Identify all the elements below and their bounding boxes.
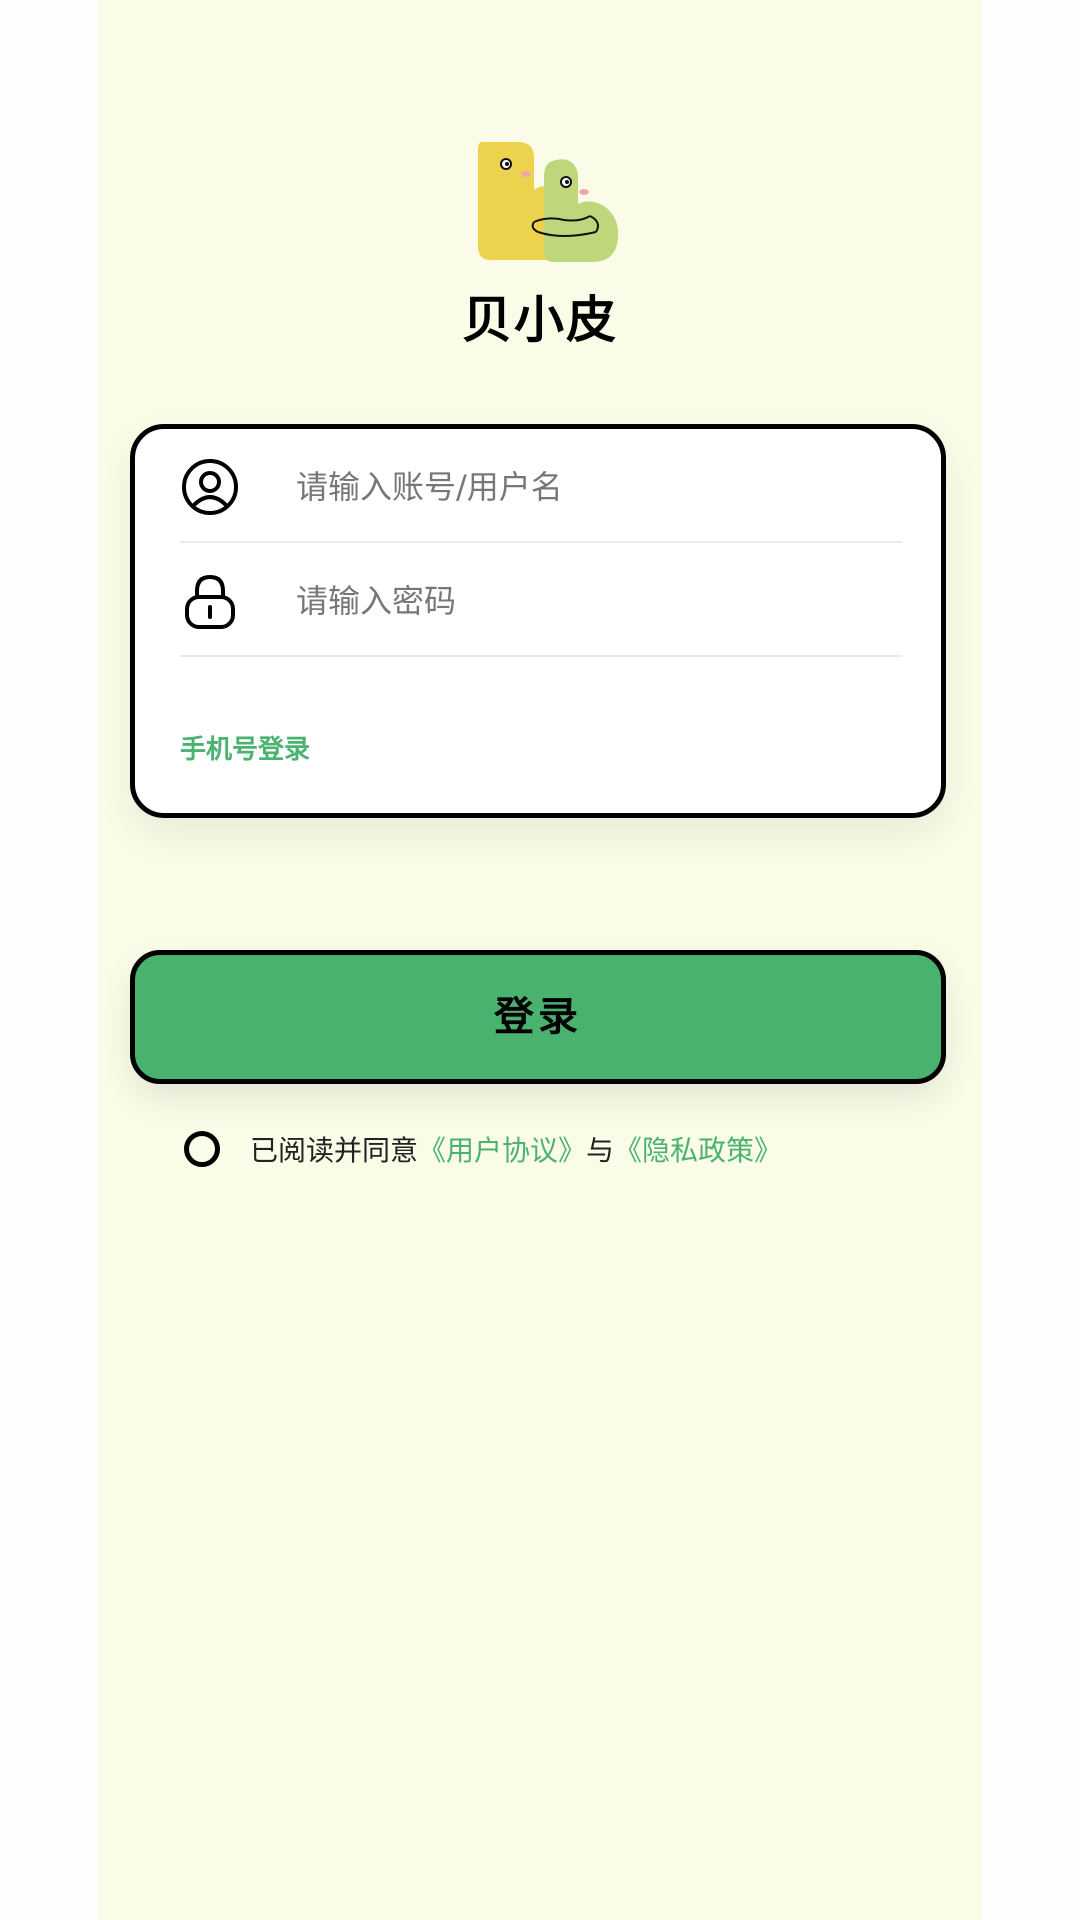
agreement-conjunction: 与	[586, 1134, 615, 1167]
bb-mascot-logo	[478, 142, 619, 262]
password-field	[180, 545, 902, 657]
agreement-row: 已阅读并同意 《用户协议》 与 《隐私政策》	[184, 1124, 782, 1174]
agreement-prefix: 已阅读并同意	[250, 1134, 419, 1167]
login-button[interactable]: 登录	[130, 950, 946, 1084]
phone-login-link[interactable]: 手机号登录	[180, 729, 310, 766]
user-circle-icon	[182, 459, 238, 515]
password-input[interactable]	[296, 569, 886, 633]
privacy-policy-link[interactable]: 《隐私政策》	[614, 1129, 782, 1169]
agreement-checkbox[interactable]	[184, 1131, 220, 1167]
app-name: 贝小皮	[462, 291, 618, 349]
user-agreement-link[interactable]: 《用户协议》	[418, 1129, 586, 1169]
login-screen: 贝小皮 手机号登录 登录 已阅读并同意 《用户协议》 与 《隐私政策》	[98, 0, 982, 1920]
account-field	[180, 431, 902, 543]
login-form-card: 手机号登录	[130, 424, 946, 818]
account-input[interactable]	[296, 455, 886, 519]
lock-icon	[185, 574, 235, 629]
